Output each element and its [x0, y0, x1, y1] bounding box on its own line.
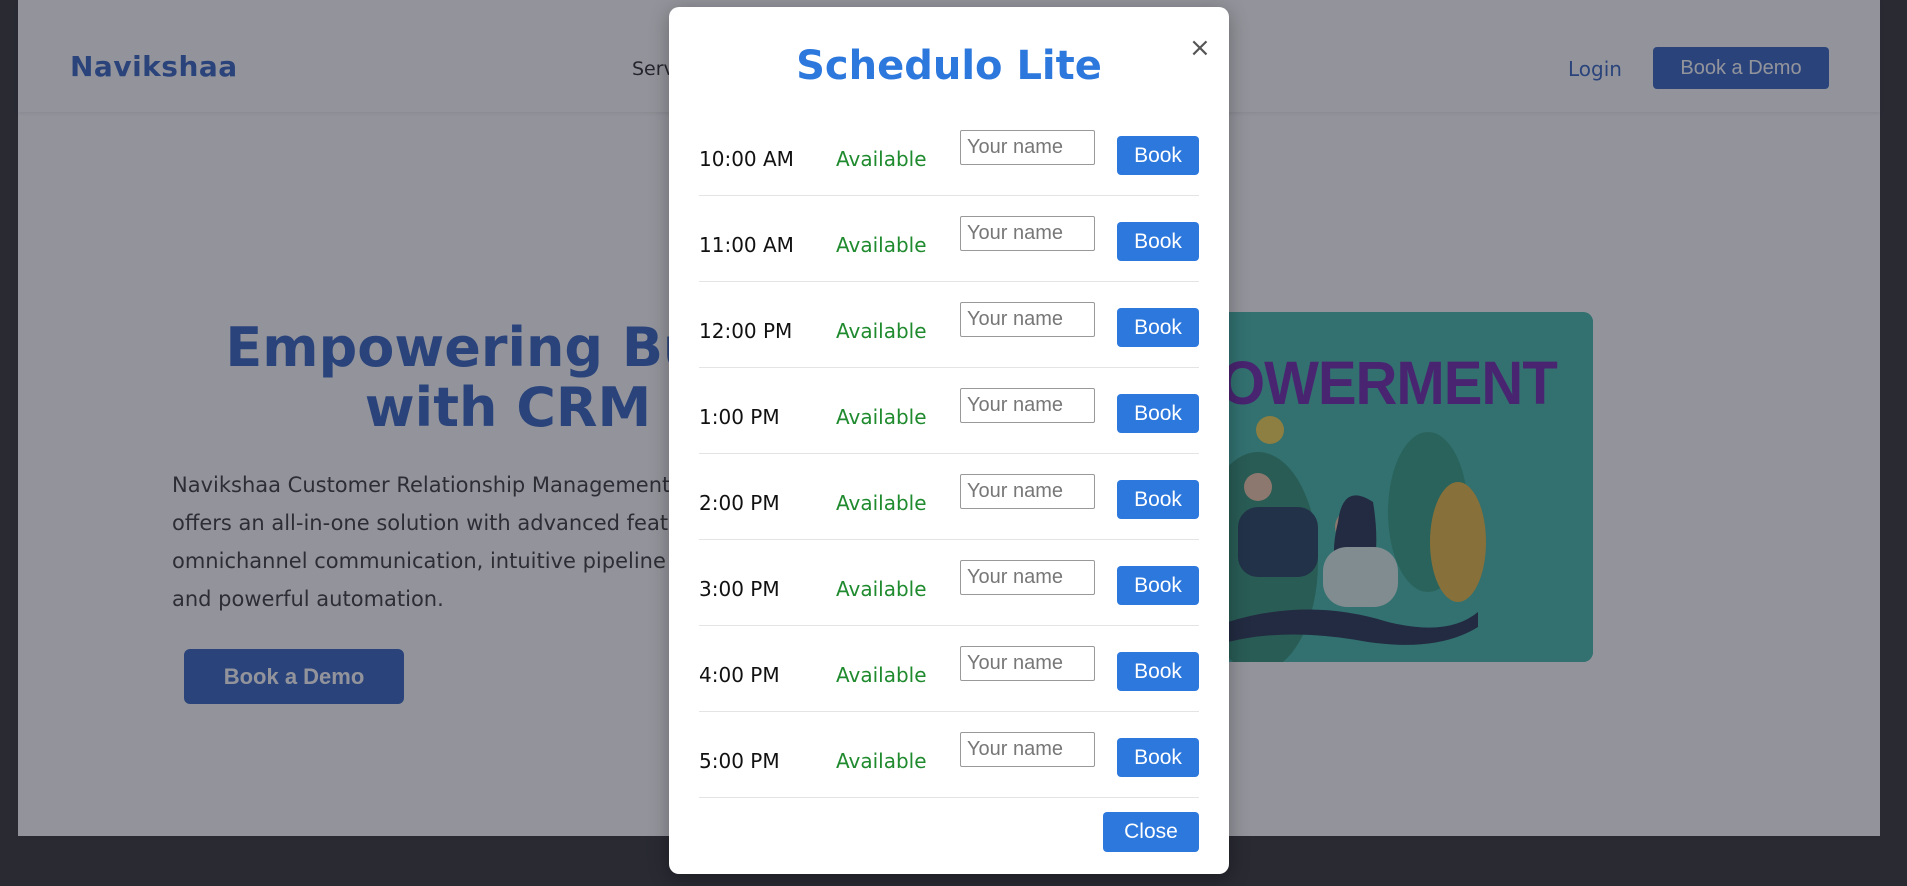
book-button[interactable]: Book [1117, 480, 1199, 519]
slot-time: 1:00 PM [699, 405, 780, 429]
time-slot-row: 5:00 PM Available Book [699, 712, 1199, 798]
time-slot-row: 2:00 PM Available Book [699, 454, 1199, 540]
slot-status: Available [836, 577, 927, 601]
slot-time: 5:00 PM [699, 749, 780, 773]
book-button[interactable]: Book [1117, 394, 1199, 433]
slot-time: 11:00 AM [699, 233, 794, 257]
slot-status: Available [836, 405, 927, 429]
slot-name-input[interactable] [960, 216, 1095, 251]
slot-status: Available [836, 663, 927, 687]
slot-status: Available [836, 491, 927, 515]
slot-name-input[interactable] [960, 646, 1095, 681]
time-slot-row: 10:00 AM Available Book [699, 110, 1199, 196]
slot-name-input[interactable] [960, 130, 1095, 165]
slot-name-input[interactable] [960, 732, 1095, 767]
book-button[interactable]: Book [1117, 308, 1199, 347]
close-button[interactable]: Close [1103, 812, 1199, 852]
slot-name-input[interactable] [960, 388, 1095, 423]
slot-time: 4:00 PM [699, 663, 780, 687]
time-slot-row: 1:00 PM Available Book [699, 368, 1199, 454]
slot-time: 3:00 PM [699, 577, 780, 601]
time-slot-row: 3:00 PM Available Book [699, 540, 1199, 626]
book-button[interactable]: Book [1117, 738, 1199, 777]
time-slot-list: 10:00 AM Available Book 11:00 AM Availab… [699, 110, 1199, 798]
book-button[interactable]: Book [1117, 566, 1199, 605]
slot-time: 2:00 PM [699, 491, 780, 515]
schedule-modal: × Schedulo Lite 10:00 AM Available Book … [669, 7, 1229, 874]
slot-name-input[interactable] [960, 560, 1095, 595]
book-button[interactable]: Book [1117, 136, 1199, 175]
book-button[interactable]: Book [1117, 652, 1199, 691]
slot-status: Available [836, 147, 927, 171]
time-slot-row: 11:00 AM Available Book [699, 196, 1199, 282]
slot-name-input[interactable] [960, 302, 1095, 337]
slot-time: 10:00 AM [699, 147, 794, 171]
slot-status: Available [836, 749, 927, 773]
book-button[interactable]: Book [1117, 222, 1199, 261]
slot-name-input[interactable] [960, 474, 1095, 509]
slot-status: Available [836, 233, 927, 257]
slot-time: 12:00 PM [699, 319, 793, 343]
slot-status: Available [836, 319, 927, 343]
time-slot-row: 4:00 PM Available Book [699, 626, 1199, 712]
modal-title: Schedulo Lite [796, 43, 1102, 89]
time-slot-row: 12:00 PM Available Book [699, 282, 1199, 368]
